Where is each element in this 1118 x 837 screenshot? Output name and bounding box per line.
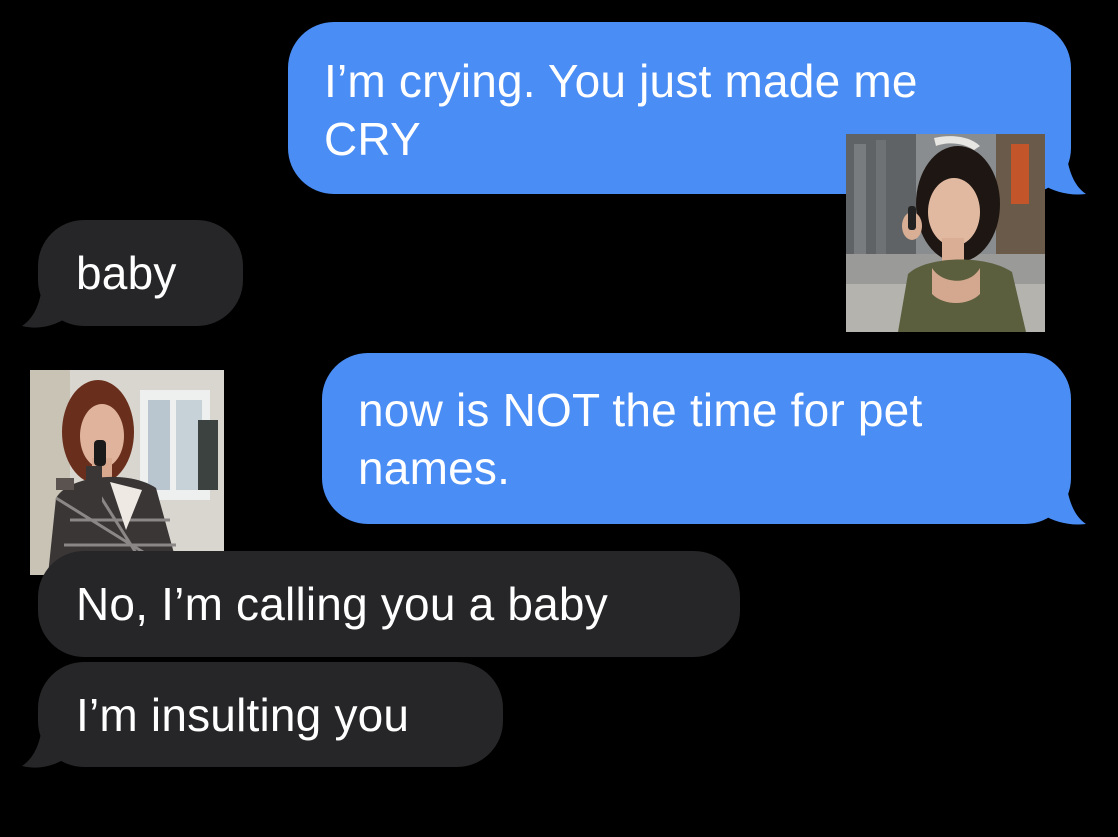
bubble-tail-received <box>22 726 68 768</box>
message-text: now is NOT the time for pet names. <box>358 384 936 494</box>
bubble-tail-received <box>22 286 68 328</box>
message-bubble-sent[interactable]: now is NOT the time for pet names. <box>322 353 1071 524</box>
message-text: No, I’m calling you a baby <box>76 578 608 630</box>
woman-on-phone-street-photo-icon <box>846 134 1045 332</box>
bubble-tail-sent <box>1040 150 1086 195</box>
message-bubble-received[interactable]: I’m insulting you <box>38 662 503 767</box>
woman-on-phone-office-photo-icon <box>30 370 224 575</box>
message-text: I’m insulting you <box>76 689 410 741</box>
sticker-photo-office[interactable] <box>30 370 224 575</box>
sticker-photo-street[interactable] <box>846 134 1045 332</box>
bubble-tail-sent <box>1040 480 1086 525</box>
message-bubble-received[interactable]: No, I’m calling you a baby <box>38 551 740 657</box>
message-bubble-received[interactable]: baby <box>38 220 243 326</box>
message-text: baby <box>76 247 177 299</box>
